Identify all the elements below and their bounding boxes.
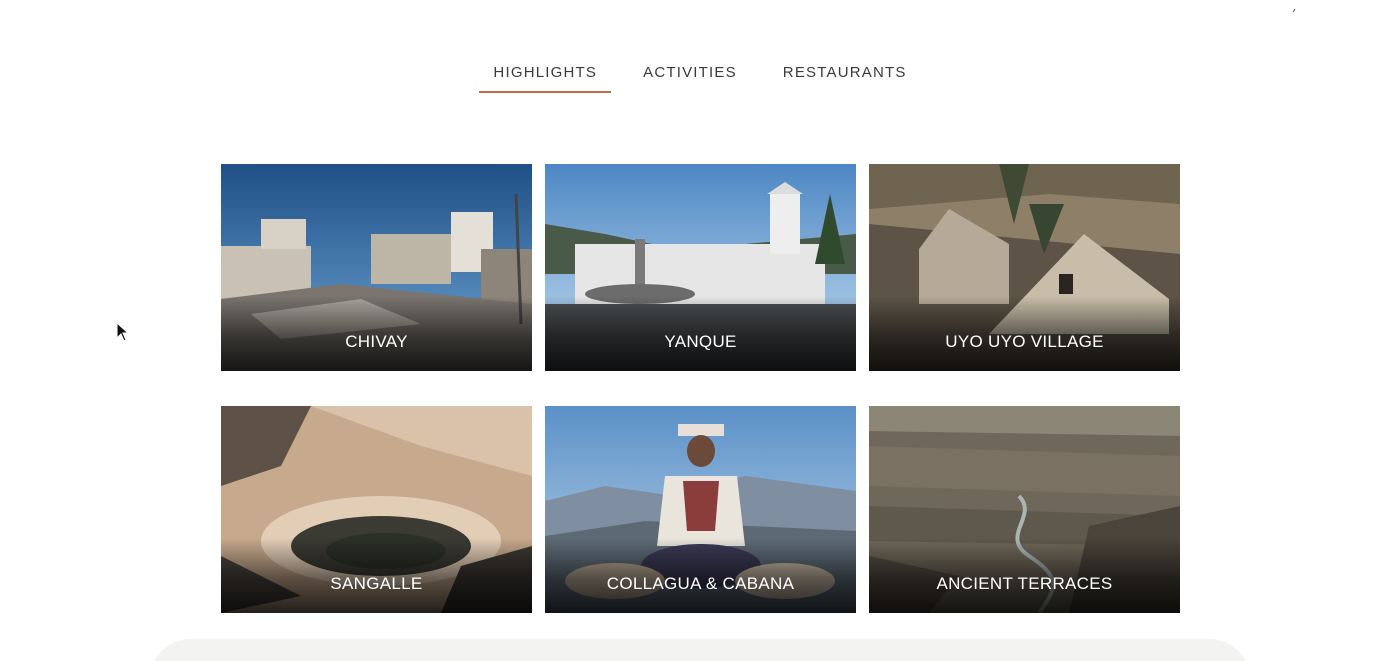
card-title: COLLAGUA & CABANA (606, 574, 795, 593)
card-yanque[interactable]: YANQUE (545, 164, 856, 371)
card-collagua-cabana[interactable]: COLLAGUA & CABANA (545, 406, 856, 613)
card-uyo-uyo-village[interactable]: UYO UYO VILLAGE (869, 164, 1180, 371)
card-title: SANGALLE (330, 574, 423, 593)
card-title: CHIVAY (345, 332, 408, 351)
mouse-pointer-icon (116, 321, 130, 342)
tab-restaurants[interactable]: RESTAURANTS (769, 58, 921, 93)
card-title: ANCIENT TERRACES (936, 574, 1113, 593)
card-sangalle[interactable]: SANGALLE (221, 406, 532, 613)
tab-activities[interactable]: ACTIVITIES (629, 58, 751, 93)
top-right-mark (1289, 0, 1297, 13)
card-title: YANQUE (664, 332, 737, 351)
footer-panel (150, 639, 1250, 661)
tab-highlights[interactable]: HIGHLIGHTS (479, 58, 611, 93)
category-tabs: HIGHLIGHTS ACTIVITIES RESTAURANTS (0, 58, 1400, 93)
card-ancient-terraces[interactable]: ANCIENT TERRACES (869, 406, 1180, 613)
card-title: UYO UYO VILLAGE (945, 332, 1104, 351)
card-chivay[interactable]: CHIVAY (221, 164, 532, 371)
